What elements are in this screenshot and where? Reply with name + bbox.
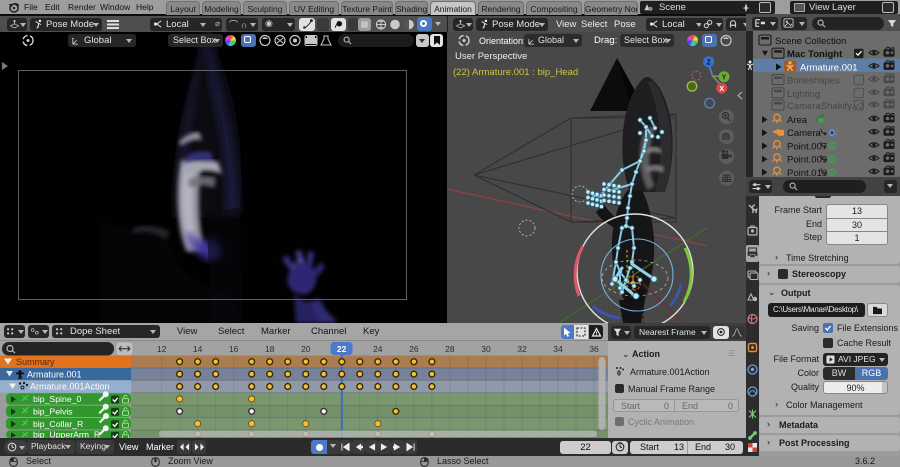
svg-text:Armature.001: Armature.001 xyxy=(27,369,82,379)
svg-text:18: 18 xyxy=(265,344,275,354)
svg-text:22: 22 xyxy=(337,344,347,354)
svg-text:CameraShakify.v2: CameraShakify.v2 xyxy=(787,101,864,112)
svg-text:bip_Spine_0: bip_Spine_0 xyxy=(33,394,81,404)
svg-text:(22) Armature.001 : bip_Head: (22) Armature.001 : bip_Head xyxy=(453,67,578,78)
svg-text:Armature.001: Armature.001 xyxy=(800,62,858,73)
svg-text:Scene Collection: Scene Collection xyxy=(775,36,846,47)
svg-text:12: 12 xyxy=(157,344,167,354)
svg-text:Mac Tonight: Mac Tonight xyxy=(787,49,843,60)
svg-text:30: 30 xyxy=(481,344,491,354)
svg-text:X: X xyxy=(719,86,724,93)
svg-text:28: 28 xyxy=(445,344,455,354)
svg-text:24: 24 xyxy=(373,344,383,354)
svg-text:bip_UpperArm_R: bip_UpperArm_R xyxy=(33,430,100,439)
svg-text:32: 32 xyxy=(517,344,527,354)
svg-text:26: 26 xyxy=(409,344,419,354)
svg-text:bip_Pelvis: bip_Pelvis xyxy=(33,406,73,416)
svg-text:34: 34 xyxy=(553,344,563,354)
svg-text:Y: Y xyxy=(722,75,727,82)
svg-text:Lighting: Lighting xyxy=(787,89,820,100)
svg-text:20: 20 xyxy=(301,344,311,354)
svg-text:Area: Area xyxy=(787,115,808,126)
svg-text:User Perspective: User Perspective xyxy=(455,51,527,62)
svg-text:Boneshapes: Boneshapes xyxy=(787,76,840,87)
svg-text:Armature.001Action: Armature.001Action xyxy=(30,382,110,392)
svg-text:16: 16 xyxy=(229,344,239,354)
svg-text:Z: Z xyxy=(706,60,711,67)
svg-text:Summary: Summary xyxy=(16,357,55,367)
svg-text:Camera: Camera xyxy=(787,128,822,139)
svg-text:14: 14 xyxy=(193,344,203,354)
svg-text:bip_Collar_R: bip_Collar_R xyxy=(33,419,83,429)
svg-text:36: 36 xyxy=(589,344,599,354)
